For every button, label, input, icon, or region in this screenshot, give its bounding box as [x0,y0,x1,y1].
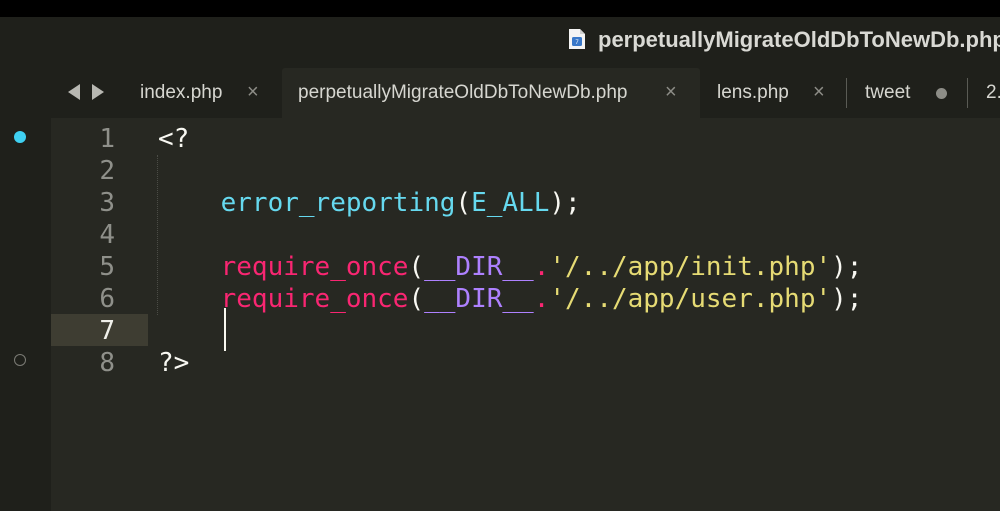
tab-label: index.php [140,82,223,103]
code-token: ); [549,188,581,218]
navigate-forward-icon[interactable] [92,84,104,100]
bookmark-dot-icon[interactable] [14,131,26,143]
window-title: perpetuallyMigrateOldDbToNewDb.php [598,27,1000,52]
tab-label: lens.php [717,82,789,103]
unsaved-changes-dot-icon[interactable] [936,88,947,99]
code-token: ?> [158,348,190,378]
code-text: ?> [158,348,189,378]
line-number: 2 [99,156,115,186]
tab-index-php[interactable]: index.php × [123,68,283,118]
line-number: 3 [99,188,115,218]
tab-label: tweet [865,82,911,103]
line-number: 4 [99,220,115,250]
code-line[interactable]: 3 error_reporting(E_ALL); [51,186,1000,218]
line-number: 5 [99,252,115,282]
code-line[interactable]: 1 <? [51,122,1000,154]
tab-bar: index.php × perpetuallyMigrateOldDbToNew… [0,68,1000,118]
code-line[interactable]: 5 require_once(__DIR__.'/../app/init.php… [51,250,1000,282]
code-line[interactable]: 2 [51,154,1000,186]
tab-tweet[interactable]: tweet [847,68,967,118]
close-tab-icon[interactable]: × [665,81,677,104]
php-file-icon: 7 [569,29,585,49]
fold-marker-icon[interactable] [14,354,26,366]
code-token: __DIR__ [424,284,534,314]
code-token: ( [408,284,425,314]
indent-guide [157,155,158,315]
code-token: '/../app/user.php' [549,284,832,314]
code-line[interactable]: 8 ?> [51,346,1000,378]
code-token: E_ALL [471,188,550,218]
line-number: 1 [99,124,115,154]
code-token: <? [158,124,190,154]
tab-partial[interactable]: 2. [968,68,1000,118]
code-token: . [533,252,550,282]
code-line[interactable]: 6 require_once(__DIR__.'/../app/user.php… [51,282,1000,314]
code-text: require_once(__DIR__.'/../app/user.php')… [158,284,863,314]
line-number: 6 [99,284,115,314]
title-bar: 7 perpetuallyMigrateOldDbToNewDb.php [0,17,1000,68]
editor-gutter[interactable] [0,118,51,511]
code-token: __DIR__ [424,252,534,282]
code-token: require_once [220,284,409,314]
text-cursor [224,308,226,351]
tab-lens-php[interactable]: lens.php × [700,68,846,118]
line-number: 8 [99,348,115,378]
code-token: ( [455,188,472,218]
tab-label: perpetuallyMigrateOldDbToNewDb.php [298,82,628,103]
code-text: <? [158,124,189,154]
code-token: ); [831,284,863,314]
close-tab-icon[interactable]: × [813,81,825,104]
code-token: error_reporting [220,188,456,218]
code-text: require_once(__DIR__.'/../app/init.php')… [158,252,863,282]
code-editor[interactable]: 1 <? 2 3 error_reporting(E_ALL); 4 5 require_… [51,118,1000,511]
code-token: require_once [220,252,409,282]
code-token: '/../app/init.php' [549,252,832,282]
tab-perpetuallymigrateolddbtonewdb-php[interactable]: perpetuallyMigrateOldDbToNewDb.php × [282,68,700,118]
code-token: ); [831,252,863,282]
code-token: . [533,284,550,314]
close-tab-icon[interactable]: × [247,81,259,104]
navigate-back-icon[interactable] [68,84,80,100]
code-text: error_reporting(E_ALL); [158,188,581,218]
line-number: 7 [99,316,115,346]
code-line[interactable]: 7 [51,314,1000,346]
code-token: ( [408,252,425,282]
tab-label: 2. [986,82,1000,103]
code-line[interactable]: 4 [51,218,1000,250]
window-top-bar [0,0,1000,17]
